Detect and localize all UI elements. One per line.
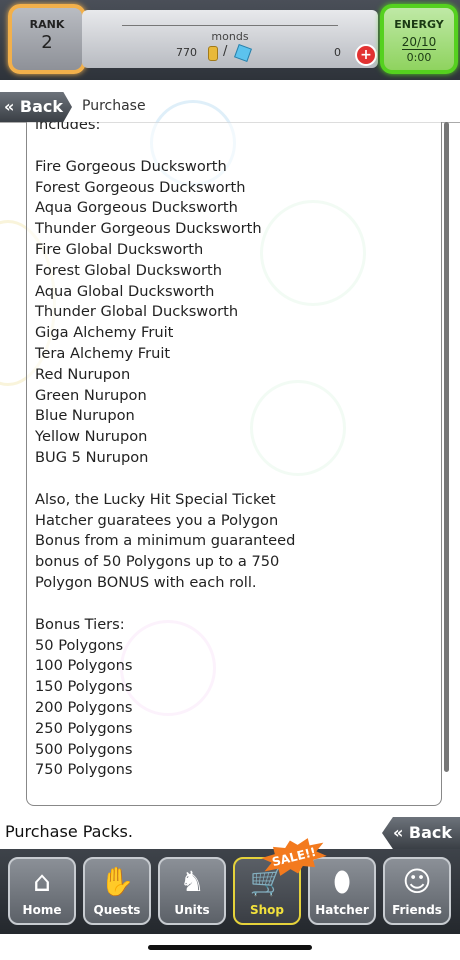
nav-label: Home [22,903,62,917]
list-item: Yellow Nurupon [35,428,148,446]
breadcrumb: « Back Purchase [0,92,460,123]
bonus-line: Bonus from a minimum guaranteed [35,532,296,550]
description-text: includes: Fire Gorgeous Ducksworth Fores… [35,122,430,781]
back-button[interactable]: « Back [0,92,72,122]
purchase-packs-label: Purchase Packs. [5,822,133,841]
nav-home-button[interactable]: ⌂ Home [8,857,76,925]
list-item: Giga Alchemy Fruit [35,324,174,342]
purchase-packs-row: Purchase Packs. « Back [0,815,460,849]
bonus-line: Polygon BONUS with each roll. [35,573,257,591]
coin-icon [208,46,218,61]
tier-item: 200 Polygons [35,698,133,716]
rank-label: RANK [29,18,65,31]
currency-panel: monds 770 / 0 + [82,10,378,68]
nav-friends-button[interactable]: ☺ Friends [383,857,451,925]
intro-text: includes: [35,122,101,133]
header-divider [0,80,460,92]
rank-value: 2 [41,32,53,53]
description-panel[interactable]: includes: Fire Gorgeous Ducksworth Fores… [26,122,442,806]
tier-item: 100 Polygons [35,657,133,675]
friends-icon: ☺ [402,865,432,898]
divider [122,25,338,26]
back-button-bottom[interactable]: « Back [382,817,460,849]
nav-hatcher-button[interactable]: ⬮ Hatcher [308,857,376,925]
tier-item: 750 Polygons [35,761,133,779]
currency-title: monds [211,30,249,43]
list-item: Green Nurupon [35,386,147,404]
page-title: Purchase [82,98,146,114]
nav-label: Quests [93,903,141,917]
home-indicator[interactable] [148,945,312,950]
tier-item: 500 Polygons [35,740,133,758]
list-item: Aqua Global Ducksworth [35,282,215,300]
handshake-icon: ✋ [99,865,135,898]
separator: / [223,44,228,59]
gem-value: 0 [334,46,341,59]
add-currency-button[interactable]: + [355,44,377,66]
bonus-line: Hatcher guaratees you a Polygon [35,511,279,529]
nav-label: Units [174,903,210,917]
list-item: Blue Nurupon [35,407,135,425]
egg-icon: ⬮ [333,865,351,898]
tier-item: 150 Polygons [35,678,133,696]
list-item: Red Nurupon [35,365,131,383]
scrollbar[interactable] [444,122,449,772]
list-item: Forest Gorgeous Ducksworth [35,178,246,196]
tier-item: 50 Polygons [35,636,124,654]
bonus-line: Also, the Lucky Hit Special Ticket [35,490,276,508]
back-label: Back [408,823,452,842]
energy-value: 20/10 [401,35,437,50]
list-item: Thunder Global Ducksworth [35,303,239,321]
tiers-title: Bonus Tiers: [35,615,125,633]
list-item: BUG 5 Nurupon [35,448,149,466]
home-icon: ⌂ [33,865,51,898]
nav-label: Friends [392,903,442,917]
list-item: Forest Global Ducksworth [35,261,223,279]
nav-label: Hatcher [315,903,369,917]
double-chevron-left-icon: « [392,823,404,842]
list-item: Tera Alchemy Fruit [35,344,171,362]
gold-value: 770 [176,46,197,59]
bonus-line: bonus of 50 Polygons up to a 750 [35,553,280,571]
nav-quests-button[interactable]: ✋ Quests [83,857,151,925]
list-item: Fire Global Ducksworth [35,240,204,258]
status-bar: RANK 2 monds 770 / 0 + ENERGY 20/10 0:00 [0,0,460,80]
gem-icon [234,44,252,62]
double-chevron-left-icon: « [4,97,15,116]
energy-label: ENERGY [394,18,444,31]
list-item: Aqua Gorgeous Ducksworth [35,199,238,217]
energy-panel[interactable]: ENERGY 20/10 0:00 [380,4,458,74]
nav-units-button[interactable]: ♞ Units [158,857,226,925]
rank-panel[interactable]: RANK 2 [8,4,86,74]
rabbit-icon: ♞ [179,865,205,898]
tier-item: 250 Polygons [35,719,133,737]
bottom-nav: ⌂ Home ✋ Quests ♞ Units 🛒 Shop ⬮ Hatcher… [0,849,460,934]
energy-timer: 0:00 [406,51,432,64]
nav-label: Shop [249,903,285,917]
list-item: Fire Gorgeous Ducksworth [35,157,227,175]
list-item: Thunder Gorgeous Ducksworth [35,220,262,238]
back-label: Back [19,97,64,116]
